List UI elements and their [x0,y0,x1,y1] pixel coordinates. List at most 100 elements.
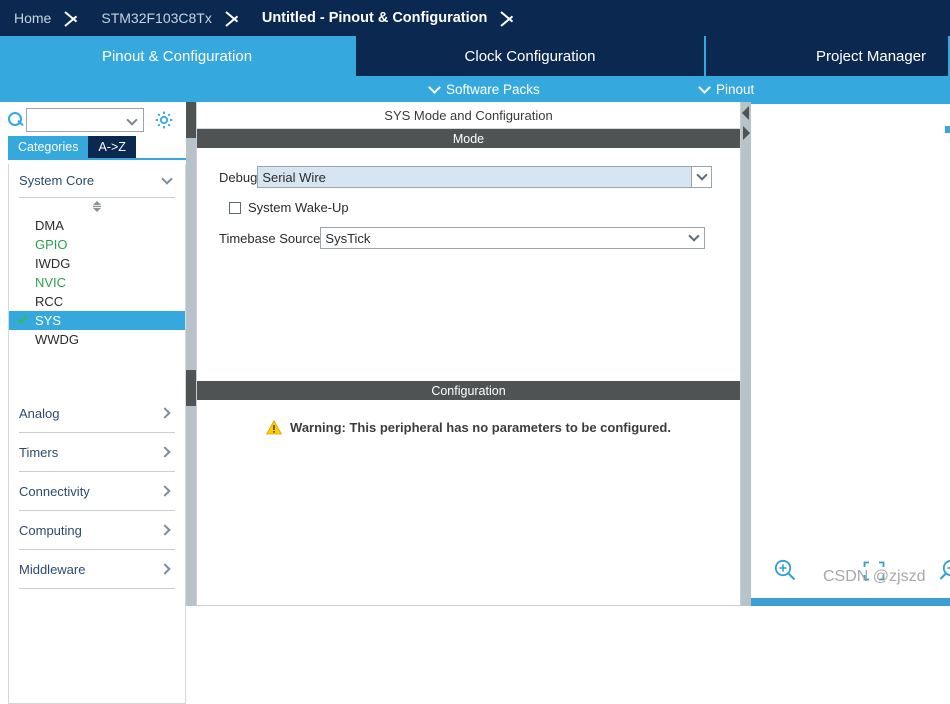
chevron-right-icon [159,446,171,458]
category-header-analog[interactable]: Analog [19,394,175,433]
peripheral-item-sys[interactable]: SYS [9,311,185,330]
category-header-computing[interactable]: Computing [19,511,175,550]
category-header-connectivity[interactable]: Connectivity [19,472,175,511]
timebase-label: Timebase Source [219,230,321,246]
tab-project-manager[interactable]: Project Manager [706,36,950,76]
peripheral-item-rcc[interactable]: RCC [9,292,185,311]
sub-nav-bar: Software Packs Pinout [0,76,950,102]
system-wakeup-checkbox[interactable] [229,201,241,214]
debug-label: Debug [219,169,258,185]
peripheral-list: DMA GPIO IWDG NVIC RCC SYS WWDG [9,216,185,349]
tab-pinout-configuration[interactable]: Pinout & Configuration [0,36,356,76]
tab-label: Categories [18,140,79,154]
category-header-timers[interactable]: Timers [19,433,175,472]
splitter-handle[interactable] [186,102,196,138]
peripheral-sidebar: Categories A->Z System Core DMA GPIO IWD… [0,102,186,704]
peripheral-label: RCC [35,294,64,309]
configuration-body: Warning: This peripheral has no paramete… [197,400,740,600]
panel-title: SYS Mode and Configuration [197,102,740,129]
zoom-out-icon[interactable] [939,558,950,582]
tab-label: Pinout & Configuration [101,47,253,65]
category-label: Timers [19,444,59,460]
sidebar-splitter[interactable] [186,102,196,606]
debug-row: Debug Serial Wire [219,166,718,188]
category-label: Analog [19,405,60,421]
category-label: Middleware [19,561,86,577]
system-wakeup-label: System Wake-Up [248,200,349,215]
chipview-splitter[interactable] [741,102,751,606]
section-label: Mode [452,131,485,146]
breadcrumb-separator-icon [222,0,248,36]
configuration-panel: SYS Mode and Configuration Mode Debug Se… [196,102,741,606]
main-tab-bar: Pinout & Configuration Clock Configurati… [0,36,950,76]
collapse-left-icon[interactable] [741,104,751,122]
peripheral-item-dma[interactable]: DMA [9,216,185,235]
chevron-right-icon [159,524,171,536]
category-header-system-core[interactable]: System Core [19,164,175,198]
chevron-down-icon [698,80,711,94]
peripheral-label: NVIC [35,275,67,290]
breadcrumb-label: STM32F103C8Tx [101,10,212,26]
breadcrumb-label: Home [14,10,52,26]
peripheral-label: IWDG [35,256,71,271]
peripheral-label: WWDG [35,332,80,347]
category-header-middleware[interactable]: Middleware [19,550,175,589]
chip-view: CSDN @zjszd [751,102,950,606]
system-wakeup-row: System Wake-Up [229,200,718,215]
search-box[interactable] [26,108,144,132]
chevron-down-icon [696,169,708,181]
timebase-value: SysTick [325,230,371,246]
timebase-select[interactable]: SysTick [320,227,706,249]
chevron-right-icon [159,563,171,575]
category-panel: System Core DMA GPIO IWDG NVIC RCC SYS W… [8,164,186,704]
chipview-horizontal-scrollbar[interactable] [751,598,950,606]
peripheral-label: SYS [35,313,62,328]
tab-clock-configuration[interactable]: Clock Configuration [356,36,706,76]
breadcrumb-item-home[interactable]: Home [0,0,61,36]
category-label: Computing [19,522,82,538]
breadcrumb-item-mcu[interactable]: STM32F103C8Tx [87,0,221,36]
chevron-down-icon[interactable] [126,114,138,126]
warning-row: Warning: This peripheral has no paramete… [197,420,740,435]
chevron-down-icon [161,172,173,185]
chevron-down-icon [428,80,441,94]
pin-marker-icon[interactable] [945,126,950,133]
menu-label: Software Packs [446,81,540,97]
sidebar-tabs-underline [8,158,186,160]
menu-label: Pinout [716,81,755,97]
search-icon [0,106,26,134]
peripheral-item-wwdg[interactable]: WWDG [9,330,185,349]
debug-select-arrow[interactable] [691,167,712,187]
gear-icon[interactable] [154,110,174,130]
check-icon [17,314,28,325]
tab-label: Clock Configuration [464,47,596,65]
timebase-select-arrow[interactable] [684,228,704,248]
peripheral-item-iwdg[interactable]: IWDG [9,254,185,273]
breadcrumb-separator-icon [61,0,87,36]
breadcrumb-label: Untitled - Pinout & Configuration [261,10,488,26]
search-input[interactable] [27,109,125,131]
collapse-right-icon[interactable] [741,124,751,142]
splitter-handle[interactable] [186,370,196,406]
menu-pinout[interactable]: Pinout [698,76,755,102]
mode-body: Debug Serial Wire System Wake-Up Timebas… [197,148,740,367]
tab-label: A->Z [98,140,126,154]
section-header-configuration: Configuration [197,381,740,400]
tab-a-to-z[interactable]: A->Z [88,136,136,158]
chevron-right-icon [159,485,171,497]
peripheral-label: GPIO [35,237,68,252]
category-label: System Core [19,173,95,188]
peripheral-item-gpio[interactable]: GPIO [9,235,185,254]
peripheral-label: DMA [35,218,64,233]
debug-select[interactable]: Serial Wire [257,166,713,188]
list-scroll-arrows[interactable] [9,198,185,214]
breadcrumb-item-current[interactable]: Untitled - Pinout & Configuration [248,0,498,36]
scrollbar-thumb[interactable] [751,598,950,606]
sidebar-mode-tabs: Categories A->Z [8,136,186,158]
timebase-row: Timebase Source SysTick [219,227,718,249]
peripheral-item-nvic[interactable]: NVIC [9,273,185,292]
chevron-down-icon [688,230,701,242]
tab-categories[interactable]: Categories [8,136,89,158]
menu-software-packs[interactable]: Software Packs [428,76,540,102]
zoom-in-icon[interactable] [773,558,797,582]
